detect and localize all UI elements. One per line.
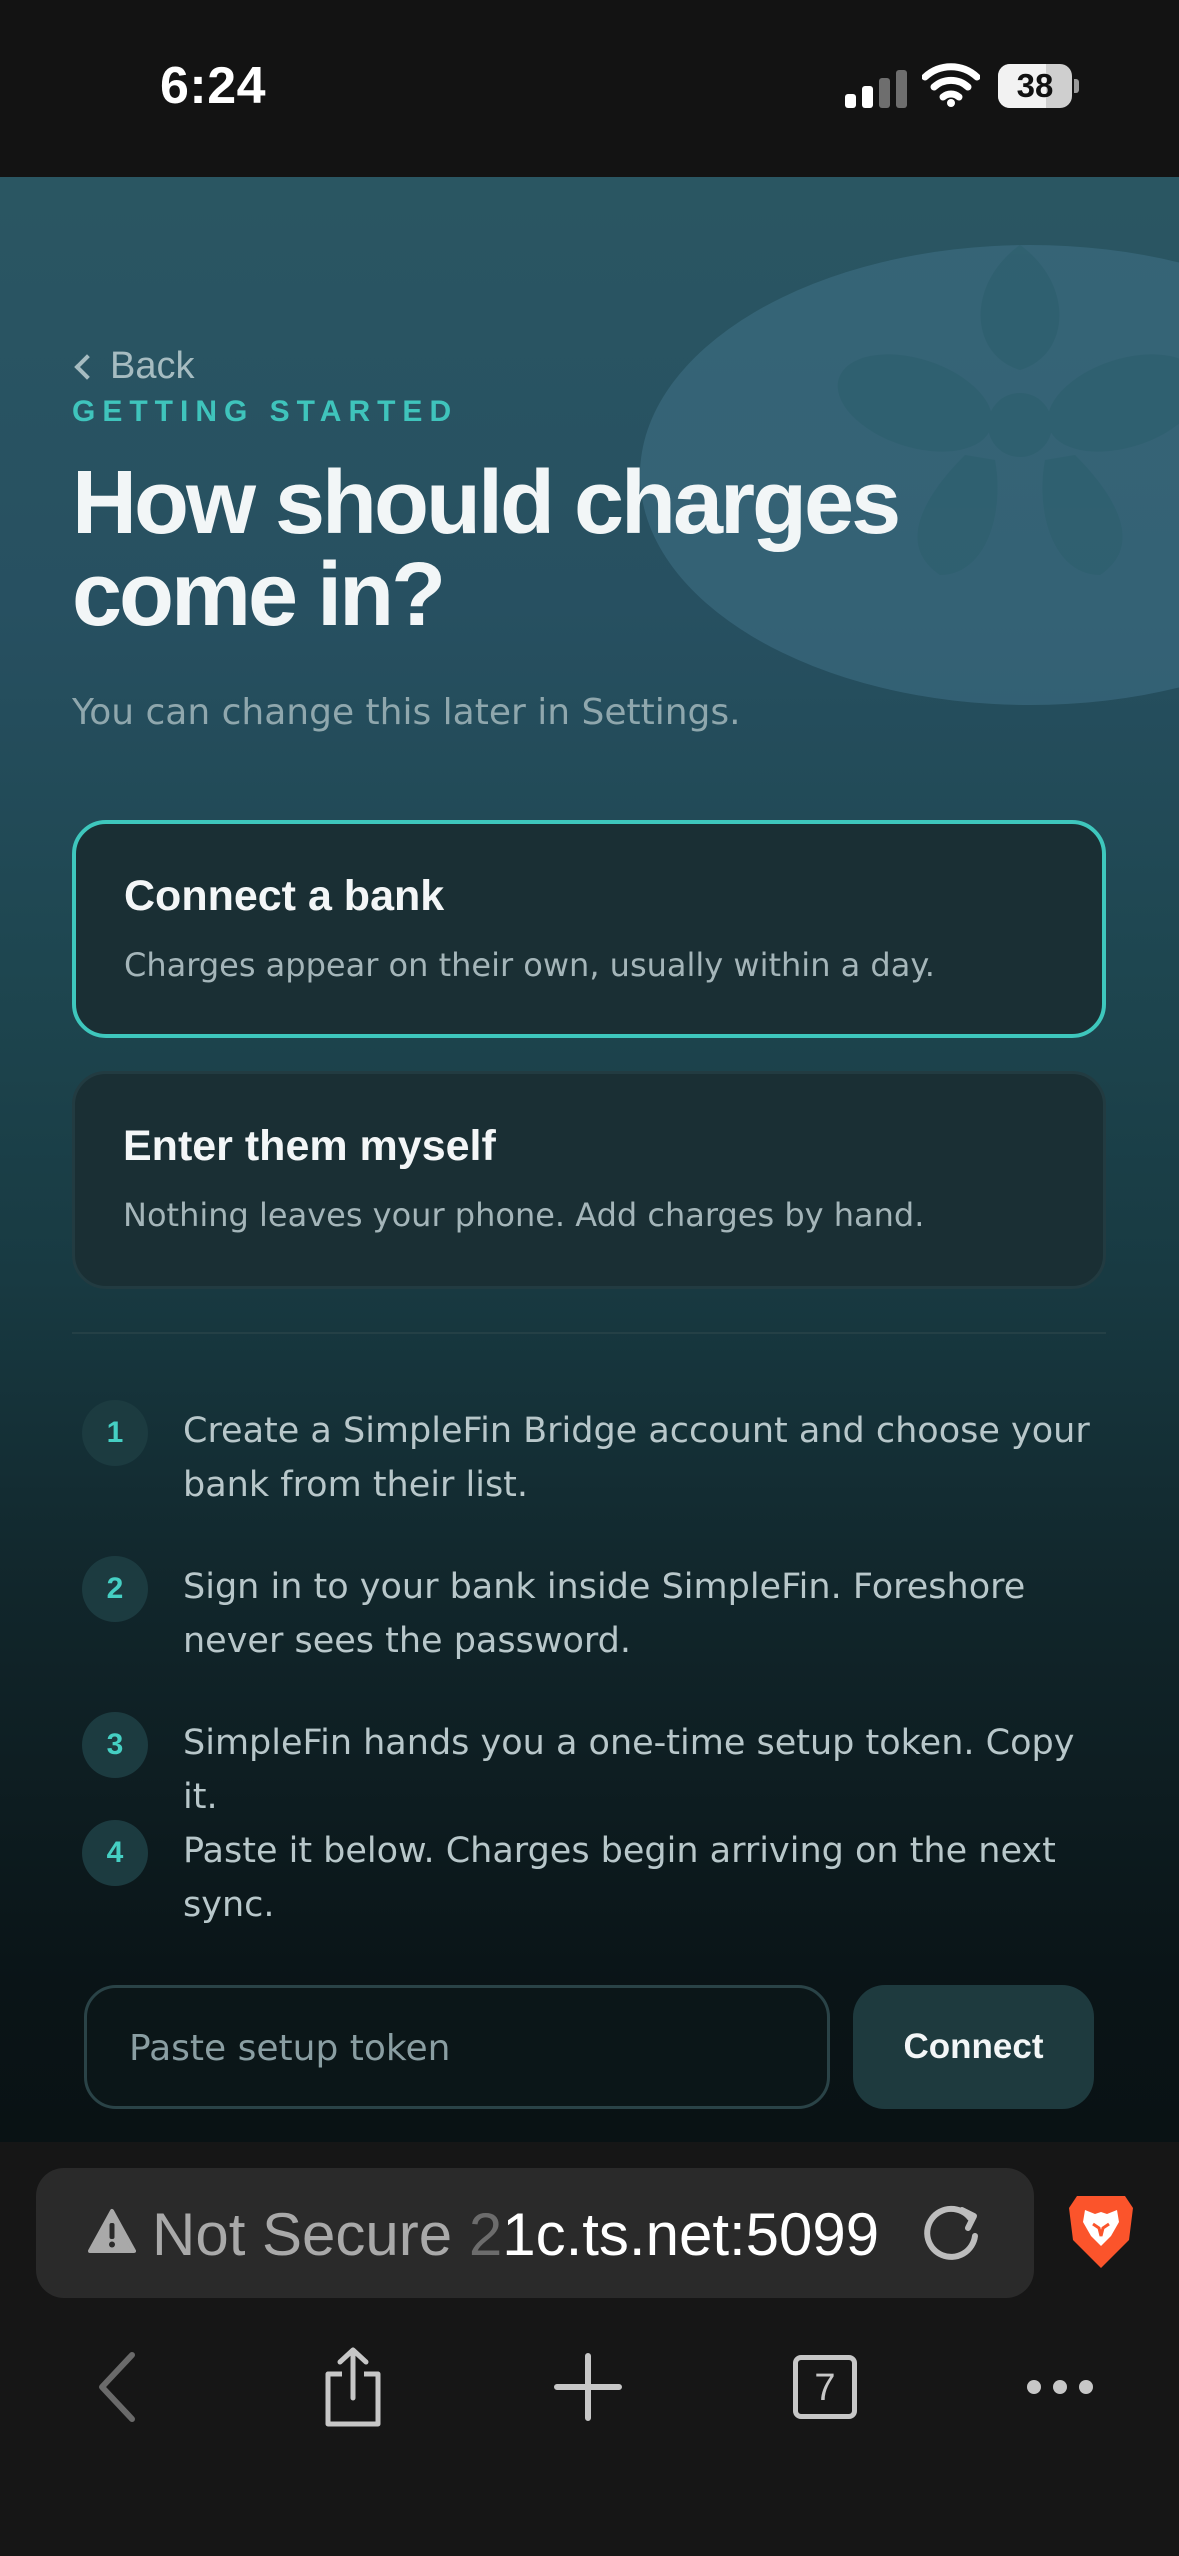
onboarding-screen: Back GETTING STARTED How should charges …: [0, 177, 1179, 2142]
new-tab-icon[interactable]: [543, 2332, 633, 2442]
share-icon[interactable]: [308, 2332, 398, 2442]
step-text: Create a SimpleFin Bridge account and ch…: [183, 1411, 1090, 1505]
warning-icon: [88, 2209, 136, 2253]
tabs-icon[interactable]: 7: [780, 2332, 870, 2442]
step-number-badge: 1: [82, 1400, 148, 1466]
url-text: 1c.ts.net:5099: [502, 2201, 880, 2268]
option-enter-manually[interactable]: Enter them myself Nothing leaves your ph…: [72, 1071, 1106, 1289]
reload-icon[interactable]: [918, 2200, 984, 2266]
url-display: Not Secure 21c.ts.net:5099: [152, 2200, 879, 2269]
tab-count: 7: [793, 2355, 857, 2419]
step-number-badge: 2: [82, 1556, 148, 1622]
address-bar[interactable]: Not Secure 21c.ts.net:5099: [36, 2168, 1034, 2298]
step-text: Sign in to your bank inside SimpleFin. F…: [183, 1567, 1026, 1661]
battery-percent: 38: [1016, 67, 1054, 104]
page-title: How should charges come in?: [72, 453, 901, 645]
page-subtitle: You can change this later in Settings.: [72, 692, 741, 733]
cellular-signal-icon: [845, 68, 907, 108]
option-connect-bank[interactable]: Connect a bank Charges appear on their o…: [72, 820, 1106, 1038]
step-number-badge: 4: [82, 1820, 148, 1886]
connect-button[interactable]: Connect: [853, 1985, 1094, 2109]
wifi-icon: [922, 63, 980, 107]
option-description: Nothing leaves your phone. Add charges b…: [123, 1196, 925, 1234]
chevron-left-icon: [74, 353, 100, 380]
step-text: Paste it below. Charges begin arriving o…: [183, 1831, 1056, 1925]
back-arrow-icon[interactable]: [72, 2332, 162, 2442]
step-number-badge: 3: [82, 1712, 148, 1778]
setup-token-field[interactable]: [84, 1985, 830, 2109]
back-button[interactable]: Back: [72, 345, 194, 388]
url-faded-part: 2: [468, 2201, 503, 2268]
option-description: Charges appear on their own, usually wit…: [124, 946, 935, 984]
status-bar: 6:24 38: [0, 0, 1179, 177]
setup-token-input[interactable]: [127, 1988, 811, 2108]
section-eyebrow: GETTING STARTED: [72, 395, 459, 428]
option-title: Enter them myself: [123, 1122, 496, 1170]
browser-toolbar: 7: [0, 2332, 1179, 2442]
option-title: Connect a bank: [124, 872, 445, 920]
status-time: 6:24: [160, 57, 267, 115]
section-divider: [72, 1332, 1106, 1334]
step-text: SimpleFin hands you a one-time setup tok…: [183, 1723, 1075, 1817]
brave-lion-icon[interactable]: [1065, 2192, 1137, 2272]
security-label: Not Secure: [152, 2201, 453, 2268]
browser-chrome: Not Secure 21c.ts.net:5099 7: [0, 2142, 1179, 2556]
back-label: Back: [110, 345, 195, 387]
battery-icon: 38: [998, 64, 1079, 108]
more-icon[interactable]: [1015, 2332, 1105, 2442]
